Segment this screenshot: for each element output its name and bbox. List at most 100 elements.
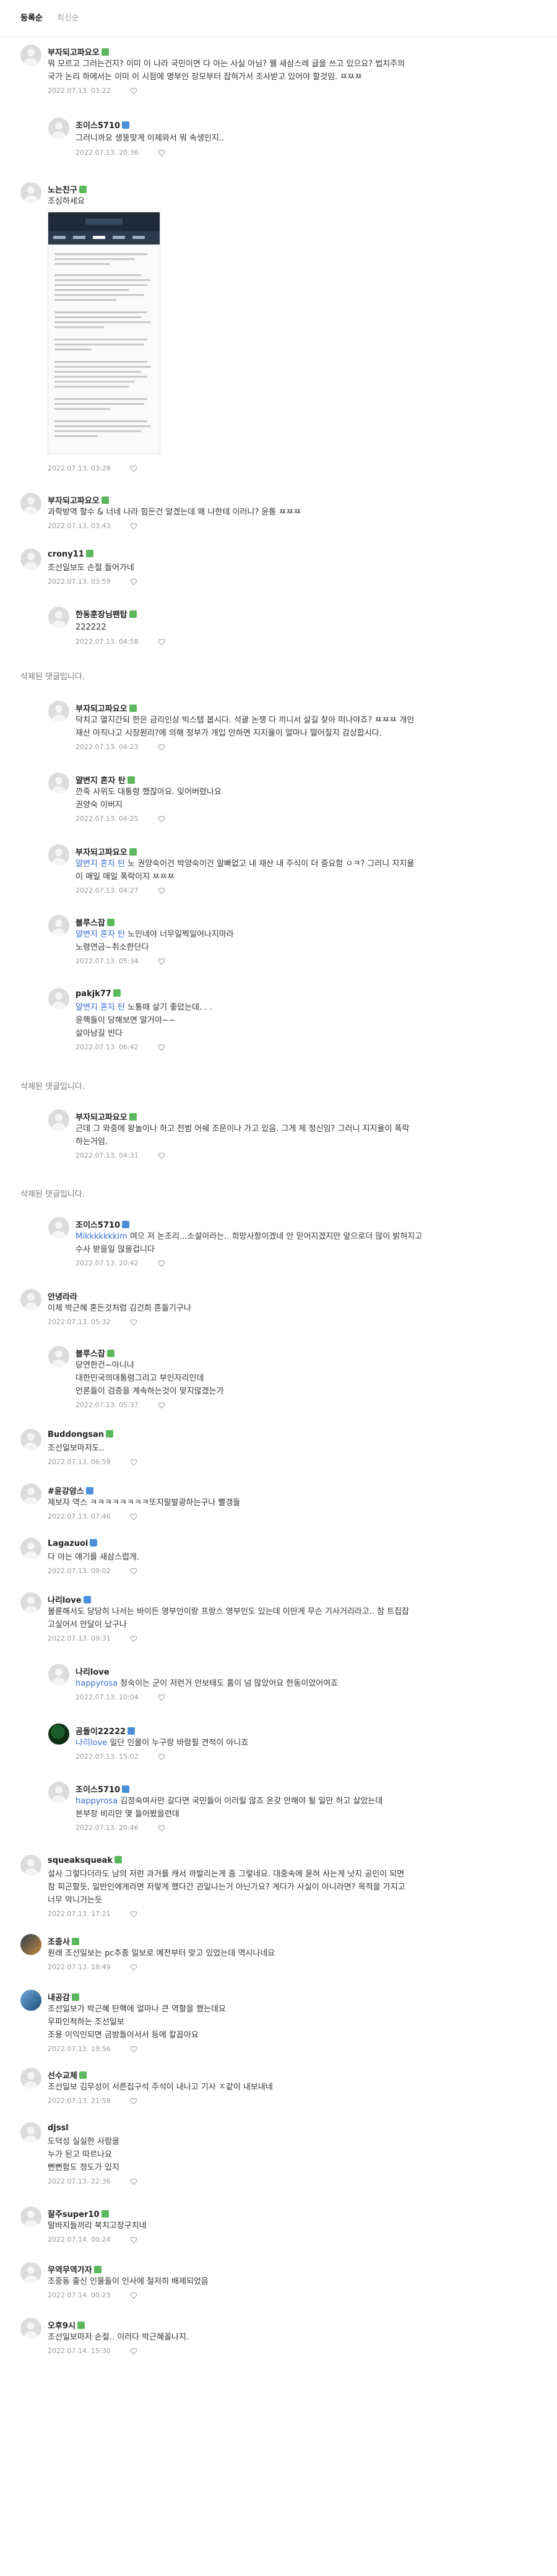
heart-icon[interactable] [130, 523, 137, 530]
avatar[interactable] [20, 493, 41, 514]
comment-author[interactable]: 한동훈장님팬탑 [76, 608, 137, 620]
comment-author[interactable]: squeaksqueak [48, 1856, 123, 1865]
comment-author[interactable]: 안녕라라 [48, 1290, 77, 1302]
comment-author[interactable]: 얄변지 혼자 탄 [76, 774, 135, 786]
avatar[interactable] [48, 1724, 69, 1745]
comment-author[interactable]: 오후9시 [48, 2319, 85, 2331]
mention-link[interactable]: 나리love [76, 1738, 107, 1748]
avatar[interactable] [20, 2262, 41, 2283]
avatar[interactable] [48, 1664, 69, 1685]
mention-link[interactable]: Mikkkkkkkim [76, 1232, 127, 1241]
heart-icon[interactable] [158, 1402, 165, 1409]
avatar[interactable] [48, 773, 69, 794]
avatar[interactable] [20, 2206, 41, 2227]
avatar[interactable] [48, 1109, 69, 1130]
avatar[interactable] [48, 701, 69, 722]
comment-author[interactable]: 블루스잡 [76, 916, 114, 928]
heart-icon[interactable] [158, 1824, 165, 1832]
avatar[interactable] [20, 2318, 41, 2339]
heart-icon[interactable] [130, 87, 137, 95]
comment-author[interactable]: 내공감 [48, 1991, 79, 2003]
mention-link[interactable]: 얄변지 혼자 탄 [76, 859, 125, 869]
heart-icon[interactable] [158, 1044, 165, 1051]
heart-icon[interactable] [158, 744, 165, 751]
mention-link[interactable]: happyrosa [76, 1679, 118, 1688]
mention-link[interactable]: 얄변지 혼자 탄 [76, 930, 125, 939]
heart-icon[interactable] [158, 815, 165, 823]
avatar[interactable] [48, 915, 69, 936]
avatar[interactable] [20, 182, 41, 203]
avatar[interactable] [48, 1782, 69, 1803]
heart-icon[interactable] [130, 2045, 137, 2053]
heart-icon[interactable] [130, 578, 137, 586]
heart-icon[interactable] [130, 2178, 137, 2185]
heart-icon[interactable] [130, 1964, 137, 1971]
heart-icon[interactable] [158, 958, 165, 965]
heart-icon[interactable] [158, 149, 165, 157]
avatar[interactable] [20, 2122, 41, 2143]
avatar[interactable] [20, 1934, 41, 1955]
heart-icon[interactable] [130, 1319, 137, 1326]
comment-author[interactable]: 조이스5710 [76, 119, 130, 131]
comment-author[interactable]: djssl [48, 2123, 69, 2133]
avatar[interactable] [20, 549, 41, 570]
avatar[interactable] [20, 2068, 41, 2089]
sort-by-latest[interactable]: 최신순 [57, 11, 79, 23]
comment-author[interactable]: 노는친구 [48, 183, 87, 195]
heart-icon[interactable] [158, 1694, 165, 1701]
heart-icon[interactable] [158, 1260, 165, 1267]
heart-icon[interactable] [130, 2236, 137, 2244]
comment-author[interactable]: 부자되고파요오 [48, 494, 109, 506]
avatar[interactable] [48, 1217, 69, 1238]
comment-author[interactable]: 조이스5710 [76, 1783, 130, 1795]
heart-icon[interactable] [130, 1459, 137, 1466]
heart-icon[interactable] [158, 1152, 165, 1160]
sort-by-registration[interactable]: 등록순 [20, 11, 43, 23]
avatar[interactable] [20, 1990, 41, 2011]
avatar[interactable] [20, 45, 41, 66]
attached-screenshot-image[interactable] [48, 212, 160, 454]
comment-author[interactable]: #윤강암스 [48, 1485, 93, 1496]
avatar[interactable] [48, 988, 69, 1009]
comment-author[interactable]: 무역무역가자 [48, 2263, 101, 2275]
heart-icon[interactable] [130, 1635, 137, 1642]
comment-author[interactable]: 부자되고파요오 [76, 846, 137, 857]
avatar[interactable] [20, 1538, 41, 1559]
avatar[interactable] [48, 607, 69, 628]
comment-author[interactable]: 부자되고파요오 [76, 702, 137, 714]
comment-author[interactable]: 선수교체 [48, 2069, 87, 2081]
comment-author[interactable]: 조중사 [48, 1935, 79, 1947]
heart-icon[interactable] [130, 465, 137, 472]
heart-icon[interactable] [158, 887, 165, 895]
heart-icon[interactable] [158, 638, 165, 646]
avatar[interactable] [20, 1855, 41, 1876]
mention-link[interactable]: 얄변지 혼자 탄 [76, 1003, 125, 1012]
avatar[interactable] [48, 844, 69, 865]
comment-author[interactable]: 곰돌이22222 [76, 1725, 136, 1737]
avatar[interactable] [48, 118, 69, 139]
heart-icon[interactable] [130, 2097, 137, 2105]
heart-icon[interactable] [130, 1568, 137, 1575]
comment-author[interactable]: 부자되고파요오 [48, 46, 109, 58]
heart-icon[interactable] [130, 1910, 137, 1918]
comment-author[interactable]: 나리love [76, 1665, 110, 1677]
avatar[interactable] [20, 1429, 41, 1450]
comment-author[interactable]: crony11 [48, 550, 93, 559]
avatar[interactable] [20, 1483, 41, 1504]
comment-author[interactable]: 잘주super10 [48, 2208, 109, 2219]
heart-icon[interactable] [130, 2348, 137, 2355]
heart-icon[interactable] [130, 1513, 137, 1520]
comment-author[interactable]: Lagazuoi [48, 1539, 98, 1548]
comment-author[interactable]: pakjk77 [76, 989, 121, 999]
avatar[interactable] [20, 1289, 41, 1310]
comment-author[interactable]: Buddongsan [48, 1430, 114, 1439]
mention-link[interactable]: happyrosa [76, 1797, 118, 1806]
comment-author[interactable]: 나리love [48, 1594, 91, 1605]
comment-author[interactable]: 부자되고파요오 [76, 1111, 137, 1122]
heart-icon[interactable] [130, 2292, 137, 2299]
avatar[interactable] [20, 1592, 41, 1613]
comment-author[interactable]: 조이스5710 [76, 1218, 130, 1230]
avatar[interactable] [48, 1346, 69, 1367]
heart-icon[interactable] [158, 1753, 165, 1761]
comment-author[interactable]: 블루스잡 [76, 1347, 114, 1359]
